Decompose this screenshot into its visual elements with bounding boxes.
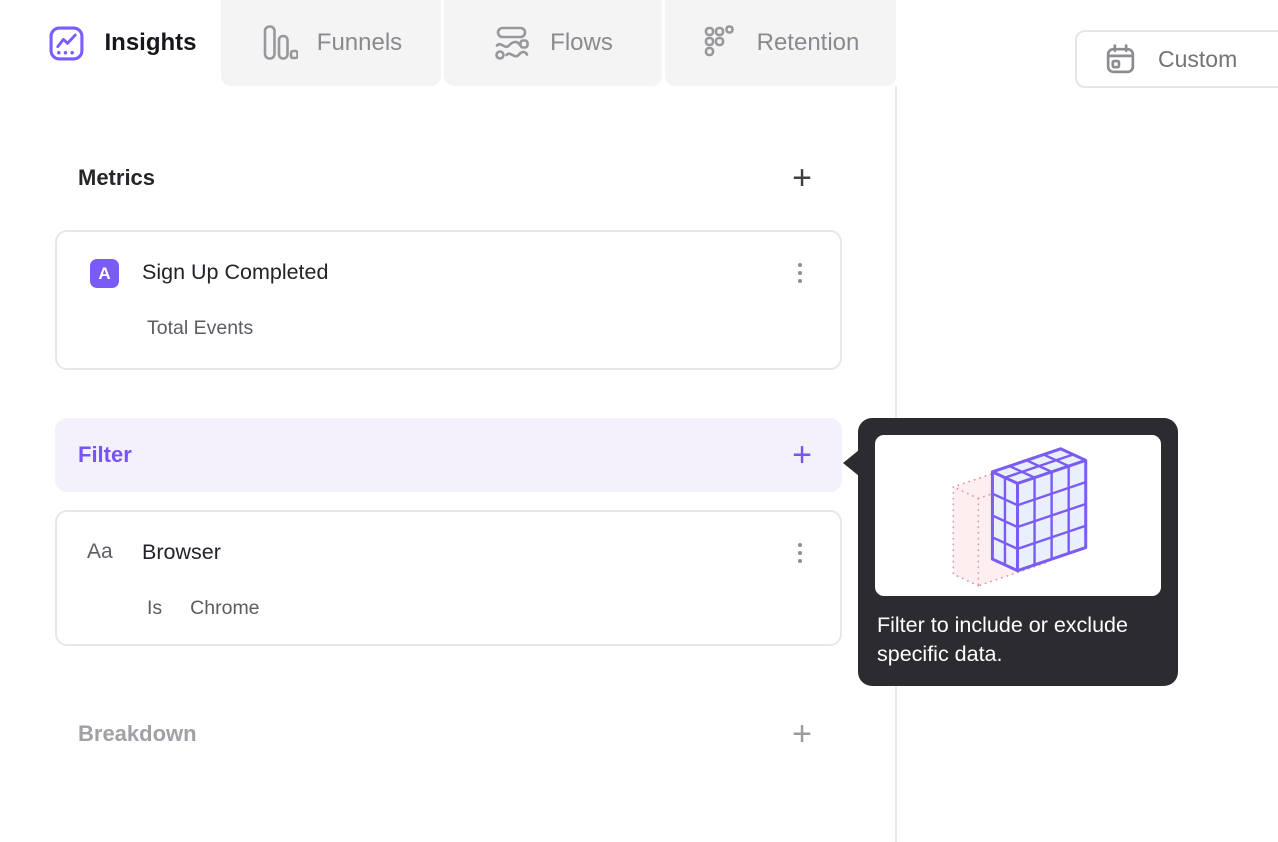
add-breakdown-button[interactable]: + bbox=[792, 717, 812, 751]
insights-line-chart-icon bbox=[50, 26, 84, 60]
tab-label: Funnels bbox=[316, 29, 403, 56]
breakdown-section-header: Breakdown + bbox=[55, 716, 842, 752]
flows-streams-icon bbox=[495, 26, 529, 60]
calendar-icon bbox=[1106, 43, 1135, 73]
metric-aggregation[interactable]: Total Events bbox=[147, 317, 253, 340]
filter-section-title: Filter bbox=[78, 442, 132, 467]
filter-cube-illustration bbox=[952, 447, 1088, 587]
tooltip-illustration-panel bbox=[875, 435, 1161, 596]
report-type-tabbar: Insights Funnels Flows Retention bbox=[0, 0, 896, 86]
tab-retention[interactable]: Retention bbox=[665, 0, 896, 86]
filter-condition-card[interactable]: Aa Browser Is Chrome bbox=[55, 510, 842, 646]
tab-flows[interactable]: Flows bbox=[444, 0, 662, 86]
filter-value[interactable]: Chrome bbox=[190, 597, 259, 619]
filter-property-name: Browser bbox=[142, 540, 221, 564]
metric-title: Sign Up Completed bbox=[142, 260, 329, 284]
retention-dots-icon bbox=[704, 25, 734, 57]
funnels-bars-icon bbox=[263, 25, 298, 60]
metric-series-badge: A bbox=[90, 259, 119, 288]
breakdown-section-title: Breakdown bbox=[78, 721, 197, 746]
tab-insights[interactable]: Insights bbox=[27, 0, 218, 86]
filter-operator[interactable]: Is bbox=[147, 597, 162, 619]
metric-kebab-menu-icon[interactable] bbox=[790, 263, 810, 293]
tab-label: Insights bbox=[104, 29, 197, 56]
filter-condition: Is Chrome bbox=[147, 597, 260, 620]
filter-kebab-menu-icon[interactable] bbox=[790, 543, 810, 573]
add-metric-button[interactable]: + bbox=[792, 161, 812, 195]
tooltip-arrow bbox=[843, 450, 859, 476]
tooltip-text: Filter to include or exclude specific da… bbox=[877, 613, 1128, 666]
filter-section-header: Filter + bbox=[55, 418, 842, 492]
metric-card[interactable]: A Sign Up Completed Total Events bbox=[55, 230, 842, 370]
tab-label: Flows bbox=[550, 29, 613, 56]
filter-help-tooltip: Filter to include or exclude specific da… bbox=[843, 418, 1178, 686]
tab-funnels[interactable]: Funnels bbox=[221, 0, 441, 86]
insights-report-builder: Insights Funnels Flows Retention Custom … bbox=[0, 0, 1278, 842]
date-range-custom-button[interactable]: Custom bbox=[1075, 30, 1278, 88]
text-property-icon: Aa bbox=[87, 540, 113, 563]
add-filter-button[interactable]: + bbox=[792, 438, 812, 472]
tab-label: Retention bbox=[756, 29, 860, 56]
metrics-section-title: Metrics bbox=[78, 165, 156, 190]
custom-button-label: Custom bbox=[1158, 45, 1238, 72]
metrics-section-header: Metrics + bbox=[55, 160, 842, 196]
